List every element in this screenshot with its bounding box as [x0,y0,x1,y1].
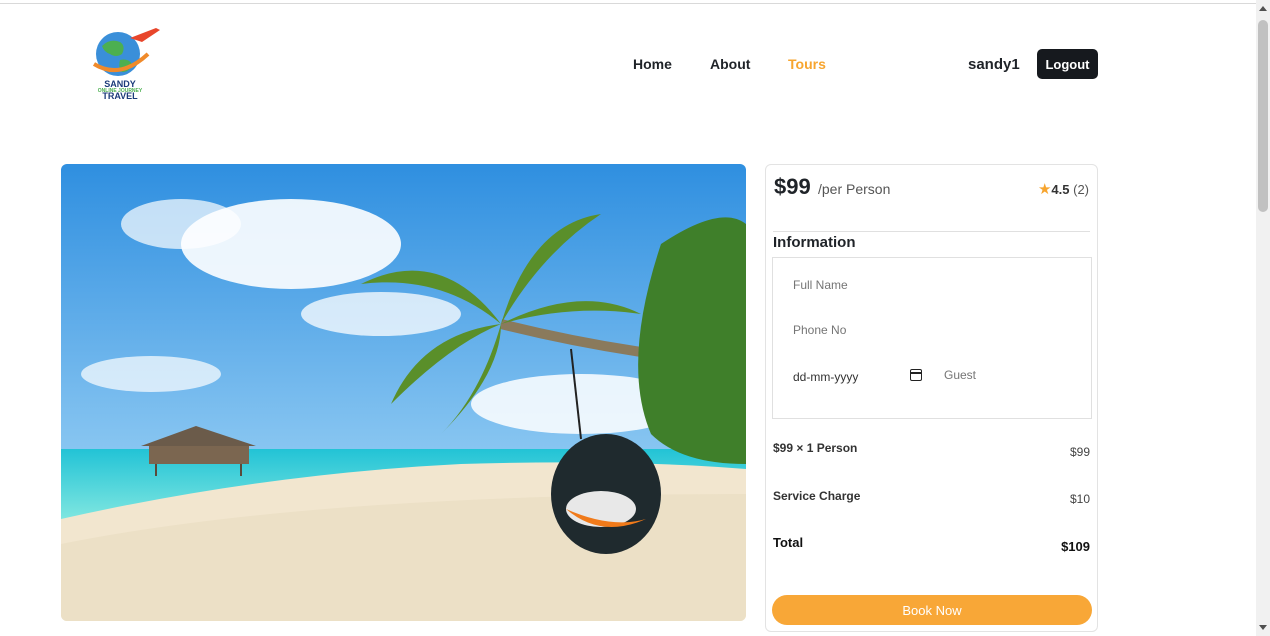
rating-count: (2) [1073,182,1089,197]
tour-image [61,164,746,621]
full-name-input[interactable] [793,278,1073,292]
nav-about[interactable]: About [710,56,750,72]
site-logo[interactable]: SANDY ONLINE JOURNEY TRAVEL [90,24,166,104]
logo-title-2: TRAVEL [102,91,138,101]
price-per-person-value: $99 [1069,445,1090,459]
phone-input[interactable] [793,323,1073,337]
star-icon: ★ [1037,181,1052,198]
tour-price: $99 [774,174,811,199]
nav-home[interactable]: Home [633,56,672,72]
date-input[interactable]: dd-mm-yyyy [793,370,858,384]
scroll-down-arrow-icon[interactable] [1259,625,1267,630]
rating: ★4.5 (2) [1038,180,1089,198]
vertical-scrollbar[interactable] [1256,0,1270,636]
price-unit: /per Person [818,181,891,197]
nav-tours[interactable]: Tours [788,56,826,72]
browser-top-border [0,0,1256,4]
globe-icon [92,28,160,76]
booking-card: $99 /per Person ★4.5 (2) Information dd-… [765,164,1098,632]
guest-input[interactable] [944,368,1064,382]
divider [773,231,1090,232]
scroll-up-arrow-icon[interactable] [1259,6,1267,11]
scrollbar-thumb[interactable] [1258,20,1268,212]
total-label: Total [773,535,804,550]
booking-form: dd-mm-yyyy [772,257,1092,419]
information-heading: Information [773,234,856,251]
username: sandy1 [968,56,1020,73]
book-now-button[interactable]: Book Now [772,595,1092,625]
price-per-person-label: $99 × 1 Person [773,441,858,455]
calendar-icon[interactable] [910,369,922,381]
rating-value: 4.5 [1051,182,1070,197]
logout-button[interactable]: Logout [1037,49,1098,79]
service-charge-value: $10 [1069,492,1090,506]
service-charge-label: Service Charge [773,489,861,503]
total-value: $109 [1061,539,1090,554]
